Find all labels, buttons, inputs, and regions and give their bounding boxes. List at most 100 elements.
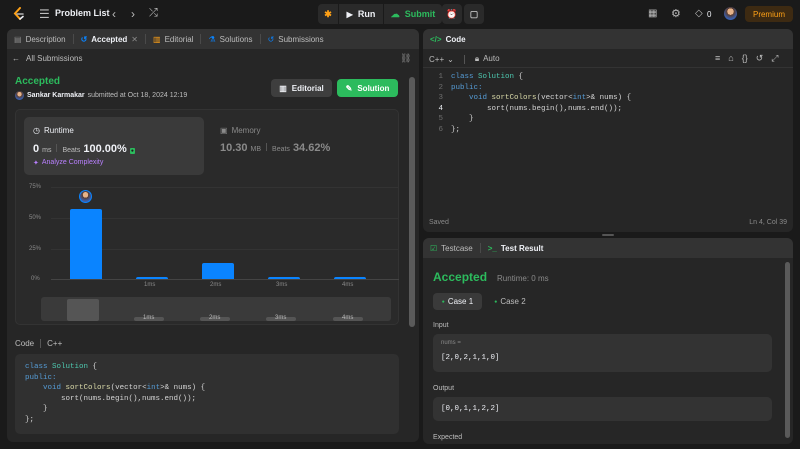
case-1-button[interactable]: ● Case 1: [433, 293, 482, 310]
tab-solutions[interactable]: ⚗ Solutions: [201, 29, 259, 49]
problem-list-icon[interactable]: ☰: [39, 7, 50, 21]
editor-actions: ≡ ⌂ {} ↺ ⤢: [715, 53, 778, 64]
close-tab-icon[interactable]: ✕: [131, 35, 138, 44]
left-tab-bar: ▤ Description ↺ Accepted ✕ ▥ Editorial ⚗…: [7, 29, 419, 49]
tab-description[interactable]: ▤ Description: [7, 29, 73, 49]
tab-accepted[interactable]: ↺ Accepted ✕: [74, 29, 145, 49]
runtime-values: 0 ms Beats 100.00% ●: [33, 143, 135, 155]
tab-code[interactable]: </> Code: [423, 29, 473, 49]
history-icon: ↺: [267, 34, 275, 44]
tab-editorial[interactable]: ▥ Editorial: [146, 29, 200, 49]
prev-problem-icon[interactable]: ‹: [112, 7, 116, 21]
chart-bar[interactable]: [202, 263, 234, 279]
divider: [423, 67, 793, 68]
bookmark-icon[interactable]: ⌂: [728, 53, 733, 64]
solution-button[interactable]: ✎ Solution: [337, 79, 398, 97]
tab-label: Description: [25, 34, 66, 44]
run-submit-group: ✱ ▶ Run ☁ Submit: [318, 4, 442, 24]
flask-icon: ⚗: [208, 34, 216, 44]
user-name[interactable]: Sankar Karmakar: [27, 92, 85, 99]
reset-icon[interactable]: ↺: [756, 53, 764, 64]
resize-handle[interactable]: [602, 234, 614, 236]
case-label: Case 2: [500, 297, 526, 306]
streak-fire-icon[interactable]: ◇: [695, 7, 703, 21]
format-icon[interactable]: ≡: [715, 53, 720, 64]
description-icon: ▤: [14, 34, 22, 44]
editorial-button[interactable]: ▥ Editorial: [271, 79, 332, 97]
scrollbar[interactable]: [785, 262, 790, 438]
chart-bar[interactable]: [136, 276, 168, 279]
note-icon: ▢: [469, 8, 479, 19]
memory-chip-icon: ▣: [220, 126, 228, 135]
top-bar: ☰ Problem List ‹ › ⤮ ✱ ▶ Run ☁ Submit ⏰ …: [0, 0, 800, 28]
scrollbar[interactable]: [409, 77, 415, 327]
submission-status: Accepted: [15, 76, 61, 87]
divider: [266, 143, 268, 151]
language-select[interactable]: C++ ⌄: [429, 55, 454, 64]
tab-label: Testcase: [441, 243, 473, 253]
braces-icon[interactable]: {}: [742, 53, 748, 64]
beats-label: Beats: [62, 147, 81, 154]
arrow-left-icon: ←: [12, 54, 20, 63]
share-link-icon[interactable]: ⛓: [400, 53, 411, 64]
auto-mode[interactable]: 🔒︎ Auto: [475, 54, 500, 64]
runtime-card[interactable]: ◷ Runtime 0 ms Beats 100.00% ● ✦ Analyze…: [24, 117, 204, 175]
x-tick-label: 3ms: [276, 282, 288, 288]
notes-button[interactable]: ▢: [464, 4, 484, 24]
case-2-button[interactable]: ● Case 2: [490, 293, 530, 310]
output-label: Output: [433, 385, 455, 392]
analyze-complexity-link[interactable]: ✦ Analyze Complexity: [33, 159, 103, 167]
chart-bar[interactable]: [334, 276, 366, 279]
y-tick-label: 25%: [29, 246, 42, 252]
history-icon: ↺: [80, 34, 88, 44]
run-label: Run: [357, 9, 376, 19]
edit-icon: ✎: [345, 83, 353, 93]
expand-icon[interactable]: ⤢: [771, 53, 778, 64]
submit-button[interactable]: ☁ Submit: [384, 4, 442, 24]
timer-button[interactable]: ⏰: [442, 4, 462, 24]
shuffle-icon[interactable]: ⤮: [149, 6, 158, 20]
problem-list-link[interactable]: Problem List: [55, 8, 110, 18]
leetcode-logo[interactable]: [12, 7, 26, 21]
submitted-time: submitted at Oct 18, 2024 12:19: [87, 92, 188, 99]
cursor-position: Ln 4, Col 39: [749, 219, 787, 226]
back-to-submissions[interactable]: ← All Submissions: [12, 54, 82, 63]
mini-label: 4ms: [342, 315, 354, 321]
back-label: All Submissions: [26, 54, 83, 63]
user-avatar[interactable]: [15, 91, 24, 100]
runtime-header: ◷ Runtime: [33, 126, 74, 135]
terminal-icon: >_: [487, 243, 497, 253]
code-tab-bar: </> Code: [423, 29, 793, 49]
analyze-label: Analyze Complexity: [41, 159, 104, 166]
memory-header[interactable]: ▣ Memory: [220, 126, 260, 135]
output-value: [0,0,1,1,2,2]: [441, 405, 500, 413]
code-editor-text[interactable]: class Solution { public: void sortColors…: [451, 72, 631, 136]
language-value: C++: [429, 54, 445, 64]
tab-test-result[interactable]: >_ Test Result: [481, 238, 551, 258]
chart-bar[interactable]: [70, 209, 102, 279]
memory-unit: MB: [250, 146, 262, 153]
user-avatar[interactable]: [724, 7, 737, 20]
submitted-code-block[interactable]: class Solution { public: void sortColors…: [15, 354, 399, 434]
test-result-panel: ☑ Testcase >_ Test Result Accepted Runti…: [423, 238, 793, 444]
pass-dot-icon: ●: [494, 298, 498, 305]
your-submission-marker[interactable]: [79, 190, 92, 203]
divider: [463, 54, 465, 64]
gridline: [51, 218, 399, 219]
run-button[interactable]: ▶ Run: [339, 4, 383, 24]
runtime-unit: ms: [42, 147, 52, 154]
tab-testcase[interactable]: ☑ Testcase: [423, 238, 480, 258]
code-editor-panel: </> Code C++ ⌄ 🔒︎ Auto ≡ ⌂ {} ↺ ⤢ 1 2 3 …: [423, 29, 793, 232]
range-selector[interactable]: [67, 299, 99, 321]
layout-grid-icon[interactable]: ▦: [648, 7, 657, 21]
chevron-down-icon: ⌄: [447, 54, 454, 64]
premium-button[interactable]: Premium: [745, 6, 793, 22]
case-label: Case 1: [447, 297, 474, 306]
clock-icon: ◷: [33, 126, 40, 135]
next-problem-icon[interactable]: ›: [131, 7, 135, 21]
gear-icon[interactable]: ⚙: [671, 7, 681, 21]
language-label: C++: [47, 339, 63, 348]
debug-button[interactable]: ✱: [318, 4, 338, 24]
chart-bar[interactable]: [268, 276, 300, 279]
tab-submissions[interactable]: ↺ Submissions: [261, 29, 331, 49]
